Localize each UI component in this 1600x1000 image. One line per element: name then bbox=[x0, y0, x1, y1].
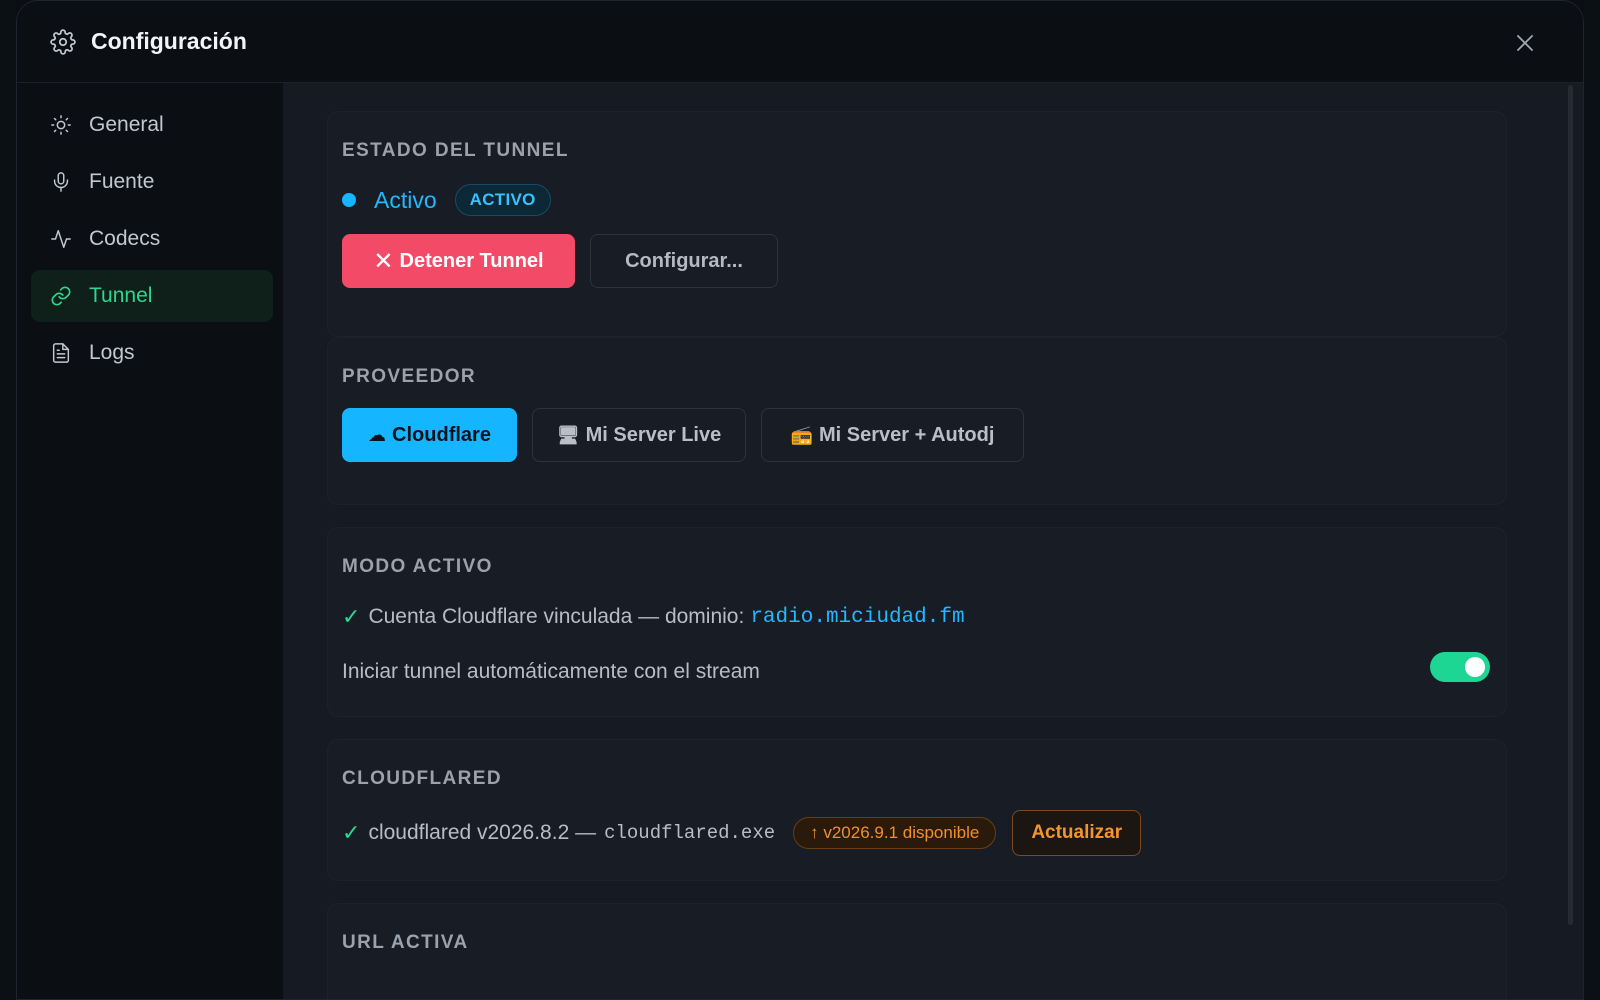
toggle-knob bbox=[1465, 657, 1485, 677]
update-available-badge: ↑ v2026.9.1 disponible bbox=[793, 817, 997, 849]
status-badge: ACTIVO bbox=[454, 184, 551, 216]
provider-options: ☁ Cloudflare 🖥 Mi Server Live 📻 Mi Serve… bbox=[342, 408, 1492, 462]
cloudflared-card: CLOUDFLARED ✓ cloudflared v2026.8.2 — cl… bbox=[327, 739, 1507, 881]
version-text: cloudflared v2026.8.2 — bbox=[368, 821, 597, 844]
update-button[interactable]: Actualizar bbox=[1012, 810, 1142, 856]
provider-label: Mi Server + Autodj bbox=[819, 423, 995, 446]
sidebar-item-codecs[interactable]: Codecs bbox=[31, 213, 273, 265]
sidebar: General Fuente Codecs Tunnel Logs bbox=[17, 83, 287, 999]
exe-name: cloudflared.exe bbox=[604, 822, 776, 844]
sidebar-item-label: Tunnel bbox=[89, 284, 153, 307]
sidebar-item-tunnel[interactable]: Tunnel bbox=[31, 270, 273, 322]
sidebar-item-label: General bbox=[89, 113, 164, 136]
provider-mi-server-autodj-button[interactable]: 📻 Mi Server + Autodj bbox=[761, 408, 1024, 462]
sidebar-item-label: Codecs bbox=[89, 227, 161, 250]
section-title: CLOUDFLARED bbox=[342, 768, 502, 789]
tunnel-actions: ✕ Detener Tunnel Configurar... bbox=[342, 234, 1492, 288]
active-url-card: URL ACTIVA bbox=[327, 903, 1507, 999]
provider-label: Mi Server Live bbox=[585, 423, 722, 446]
backdrop-right bbox=[1584, 0, 1600, 1000]
provider-card: PROVEEDOR ☁ Cloudflare 🖥 Mi Server Live … bbox=[327, 337, 1507, 505]
link-icon bbox=[49, 284, 73, 308]
gear-icon bbox=[49, 28, 77, 56]
sun-icon bbox=[49, 113, 73, 137]
radio-icon: 📻 bbox=[790, 424, 813, 445]
sidebar-item-general[interactable]: General bbox=[31, 99, 273, 151]
provider-mi-server-live-button[interactable]: 🖥 Mi Server Live bbox=[532, 408, 746, 462]
modal-title: Configuración bbox=[91, 28, 247, 54]
content-panel: ESTADO DEL TUNNEL Activo ACTIVO ✕ Detene… bbox=[283, 83, 1583, 999]
cloudflared-version-row: ✓ cloudflared v2026.8.2 — cloudflared.ex… bbox=[342, 810, 1492, 856]
close-icon: ✕ bbox=[373, 247, 394, 275]
autostart-row: Iniciar tunnel automáticamente con el st… bbox=[342, 660, 1492, 684]
backdrop-left bbox=[0, 0, 16, 1000]
account-text: Cuenta Cloudflare vinculada — dominio: bbox=[368, 605, 745, 628]
check-icon: ✓ bbox=[342, 604, 361, 629]
autostart-label: Iniciar tunnel automáticamente con el st… bbox=[342, 660, 760, 683]
stop-tunnel-button[interactable]: ✕ Detener Tunnel bbox=[342, 234, 575, 288]
server-icon: 🖥 bbox=[556, 424, 580, 445]
domain-link[interactable]: radio.miciudad.fm bbox=[750, 606, 964, 629]
section-title: PROVEEDOR bbox=[342, 366, 477, 387]
settings-modal: Configuración General Fuente Codecs Tunn… bbox=[16, 0, 1584, 1000]
status-text: Activo bbox=[374, 186, 437, 213]
status-row: Activo ACTIVO bbox=[342, 184, 1492, 216]
cloud-icon: ☁ bbox=[368, 424, 387, 445]
autostart-toggle[interactable] bbox=[1430, 652, 1490, 682]
scrollbar-thumb[interactable] bbox=[1568, 85, 1573, 925]
section-title: URL ACTIVA bbox=[342, 932, 469, 953]
stop-tunnel-label: Detener Tunnel bbox=[399, 249, 544, 272]
configure-button[interactable]: Configurar... bbox=[590, 234, 778, 288]
document-icon bbox=[49, 341, 73, 365]
modal-header: Configuración bbox=[17, 1, 1583, 83]
microphone-icon bbox=[49, 170, 73, 194]
section-title: ESTADO DEL TUNNEL bbox=[342, 140, 569, 161]
provider-cloudflare-button[interactable]: ☁ Cloudflare bbox=[342, 408, 517, 462]
sidebar-item-label: Fuente bbox=[89, 170, 155, 193]
close-icon[interactable] bbox=[1511, 29, 1539, 57]
tunnel-status-card: ESTADO DEL TUNNEL Activo ACTIVO ✕ Detene… bbox=[327, 111, 1507, 337]
active-mode-card: MODO ACTIVO ✓ Cuenta Cloudflare vinculad… bbox=[327, 527, 1507, 717]
sidebar-item-label: Logs bbox=[89, 341, 135, 364]
activity-icon bbox=[49, 227, 73, 251]
sidebar-item-fuente[interactable]: Fuente bbox=[31, 156, 273, 208]
section-title: MODO ACTIVO bbox=[342, 556, 493, 577]
check-icon: ✓ bbox=[342, 820, 361, 845]
status-dot bbox=[342, 193, 356, 207]
provider-label: Cloudflare bbox=[392, 423, 491, 446]
account-linked-row: ✓ Cuenta Cloudflare vinculada — dominio:… bbox=[342, 604, 1492, 630]
sidebar-item-logs[interactable]: Logs bbox=[31, 327, 273, 379]
